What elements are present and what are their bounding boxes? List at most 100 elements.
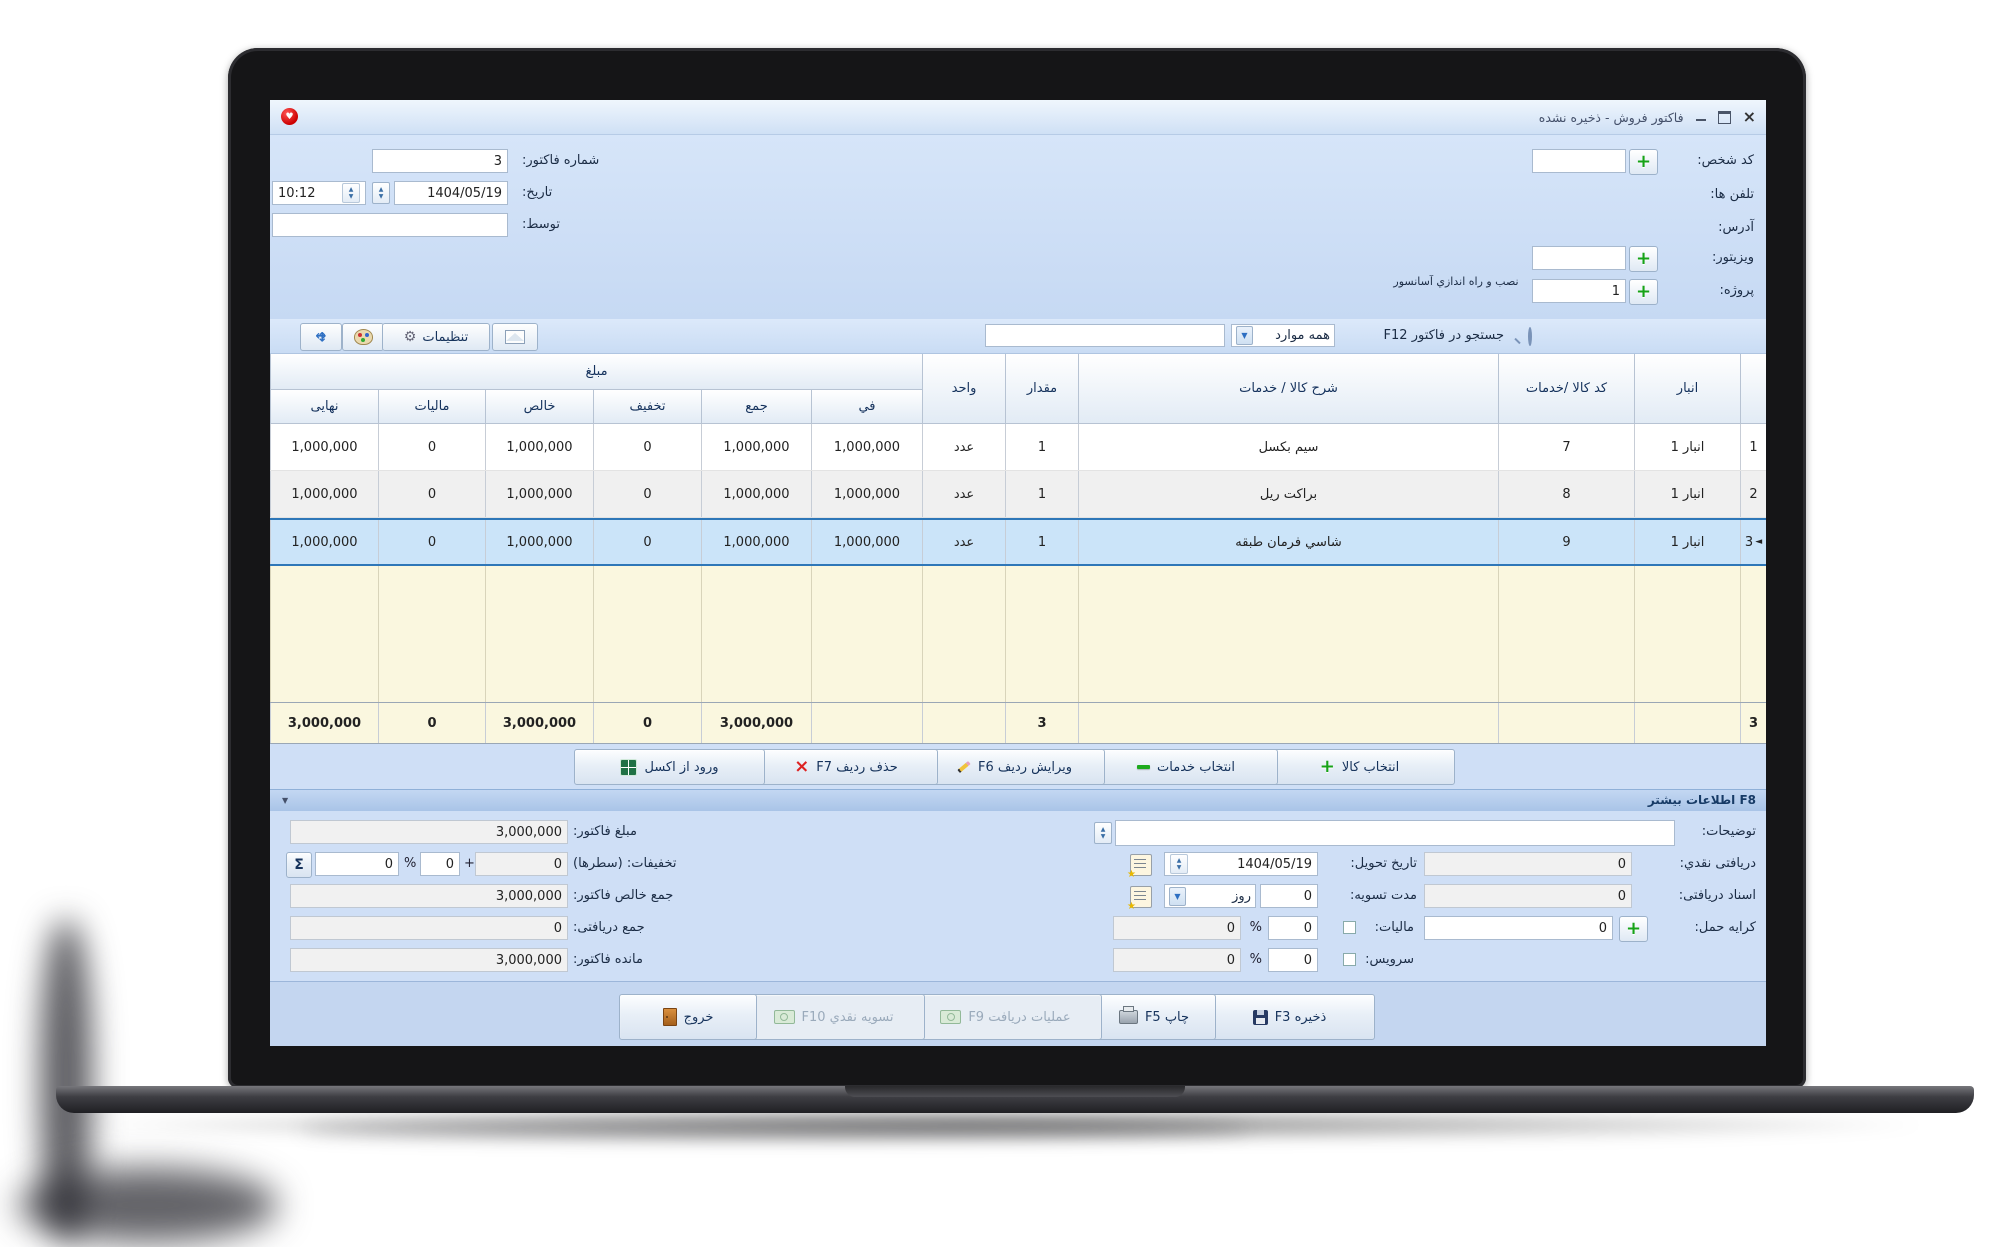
col-net[interactable]: خالص: [485, 390, 593, 424]
theme-button[interactable]: [342, 323, 384, 351]
receive-ops-button[interactable]: عملیات دریافت F9: [909, 994, 1102, 1040]
add-project-button[interactable]: +: [1629, 279, 1658, 305]
select-goods-button[interactable]: انتخاب کالا +: [1264, 749, 1455, 785]
sigma-button[interactable]: Σ: [286, 852, 312, 878]
received-total-field: 0: [290, 916, 568, 940]
more-info-bar[interactable]: F8 اطلاعات بیشتر ▼: [270, 789, 1766, 811]
settle-unit-dropdown[interactable]: روز ▼: [1164, 884, 1256, 908]
info-panel: 3,000,000 مبلغ فاکتور: Σ 0 % 0 + 0 تخفیف…: [270, 811, 1766, 981]
footer-bar: ذخیره F3 چاپ F5 عملیات دریافت F9 تسویه ن…: [270, 981, 1766, 1046]
by-input[interactable]: [272, 213, 508, 237]
select-services-button[interactable]: انتخاب خدمات: [1094, 749, 1278, 785]
discounts-label: تخفیفات: (سطرها): [573, 856, 677, 871]
date-spinner-icon[interactable]: [372, 182, 390, 204]
mail-button[interactable]: [492, 323, 538, 351]
discount-amount-input[interactable]: 0: [420, 852, 460, 876]
minimize-button[interactable]: [1695, 119, 1706, 121]
cell-final: 1,000,000: [270, 471, 378, 517]
discount-rows-field: 0: [475, 852, 568, 876]
plus-icon: +: [1635, 151, 1652, 172]
freight-input[interactable]: 0: [1424, 916, 1613, 940]
notes-spinner-icon[interactable]: [1094, 822, 1112, 844]
date-input[interactable]: 1404/05/19: [394, 181, 508, 205]
table-row-selected[interactable]: ◄ 3 انبار 1 9 شاسي فرمان طبقه 1 عدد 1,00…: [270, 518, 1766, 566]
table-row[interactable]: 1 انبار 1 7 سیم بکسل 1 عدد 1,000,000 1,0…: [270, 424, 1766, 471]
expand-arrows-icon: [312, 329, 330, 345]
col-store[interactable]: انبار: [1634, 354, 1740, 424]
cell-net: 1,000,000: [485, 520, 593, 564]
col-discount[interactable]: تخفیف: [593, 390, 701, 424]
select-services-label: انتخاب خدمات: [1157, 759, 1235, 775]
col-final[interactable]: نهایی: [270, 390, 378, 424]
invoice-grid: انبار کد کالا /خدمات شرح کالا / خدمات مق…: [270, 354, 1766, 744]
project-note: نصب و راه اندازي آسانسور: [1393, 275, 1519, 288]
col-sum[interactable]: جمع: [701, 390, 811, 424]
notes-input[interactable]: [1115, 820, 1675, 846]
col-price[interactable]: في: [811, 390, 922, 424]
project-input[interactable]: 1: [1532, 279, 1626, 303]
edit-row-label: ویرایش ردیف F6: [977, 759, 1073, 775]
delivery-date-spinner-icon[interactable]: [1170, 854, 1188, 874]
time-input[interactable]: 10:12: [272, 181, 366, 205]
service-percent-sign: %: [1249, 952, 1262, 967]
cell-discount: 0: [593, 424, 701, 470]
add-freight-button[interactable]: +: [1619, 916, 1648, 942]
visitor-input[interactable]: [1532, 246, 1626, 270]
by-label: توسط:: [522, 217, 560, 232]
cell-tax: 0: [378, 424, 485, 470]
maximize-button[interactable]: [1717, 110, 1731, 124]
cell-price: 1,000,000: [811, 471, 922, 517]
exit-button[interactable]: خروج: [619, 994, 757, 1040]
invoice-number-input[interactable]: 3: [372, 149, 508, 173]
cell-code: 7: [1498, 424, 1634, 470]
service-amount-field: 0: [1113, 948, 1241, 972]
col-code[interactable]: کد کالا /خدمات: [1498, 354, 1634, 424]
add-visitor-button[interactable]: +: [1629, 246, 1658, 272]
col-unit[interactable]: واحد: [922, 354, 1005, 424]
tax-percent-sign: %: [1249, 920, 1262, 935]
calendar-icon[interactable]: [1127, 854, 1152, 880]
grid-actions: انتخاب کالا + انتخاب خدمات ویرایش ردیف F…: [270, 744, 1766, 789]
col-desc[interactable]: شرح کالا / خدمات: [1078, 354, 1498, 424]
print-label: چاپ F5: [1144, 1009, 1190, 1025]
cell-sum: 1,000,000: [701, 471, 811, 517]
delivery-date-input[interactable]: 1404/05/19: [1164, 852, 1318, 876]
settle-period-input[interactable]: 0: [1260, 884, 1318, 908]
search-filter-dropdown[interactable]: همه موارد ▼: [1231, 324, 1335, 347]
service-checkbox[interactable]: [1343, 953, 1356, 966]
laptop-mockup: ♥ فاکتور فروش - ذخیره نشده × کد شخص: + ت…: [0, 0, 2000, 1247]
empty-rows-area[interactable]: [270, 566, 1766, 702]
edit-row-button[interactable]: ویرایش ردیف F6: [924, 749, 1105, 785]
save-button[interactable]: ذخیره F3: [1204, 994, 1375, 1040]
service-percent-input[interactable]: 0: [1268, 948, 1318, 972]
excel-import-button[interactable]: ورود از اکسل: [574, 749, 765, 785]
calendar-icon[interactable]: [1127, 886, 1152, 912]
person-code-input[interactable]: [1532, 149, 1626, 173]
grid-header: انبار کد کالا /خدمات شرح کالا / خدمات مق…: [270, 354, 1766, 424]
delete-row-button[interactable]: حذف ردیف F7 ×: [754, 749, 938, 785]
cell-net: 1,000,000: [485, 424, 593, 470]
settings-button[interactable]: تنظیمات ⚙: [382, 323, 490, 351]
add-person-button[interactable]: +: [1629, 149, 1658, 175]
cash-settle-button[interactable]: تسویه نقدي F10: [742, 994, 925, 1040]
row-number: 1: [1740, 424, 1766, 470]
print-button[interactable]: چاپ F5: [1092, 994, 1216, 1040]
table-row[interactable]: 2 انبار 1 8 براکت ریل 1 عدد 1,000,000 1,…: [270, 471, 1766, 518]
col-qty[interactable]: مقدار: [1005, 354, 1078, 424]
discount-percent-input[interactable]: 0: [315, 852, 399, 876]
time-spinner-icon[interactable]: [342, 183, 360, 203]
cash-received-field: 0: [1424, 852, 1632, 876]
cell-tax: 0: [378, 471, 485, 517]
tax-checkbox[interactable]: [1343, 921, 1356, 934]
money-icon: [773, 1010, 795, 1024]
totals-final: 3,000,000: [270, 703, 378, 743]
close-button[interactable]: ×: [1743, 109, 1756, 125]
search-input[interactable]: [985, 324, 1225, 347]
collapse-arrow-icon: ▼: [282, 796, 289, 805]
tax-percent-input[interactable]: 0: [1268, 916, 1318, 940]
col-tax[interactable]: مالیات: [378, 390, 485, 424]
resize-button[interactable]: [300, 323, 342, 351]
plus-icon: +: [1319, 756, 1335, 777]
cell-unit: عدد: [922, 520, 1005, 564]
cell-tax: 0: [378, 520, 485, 564]
